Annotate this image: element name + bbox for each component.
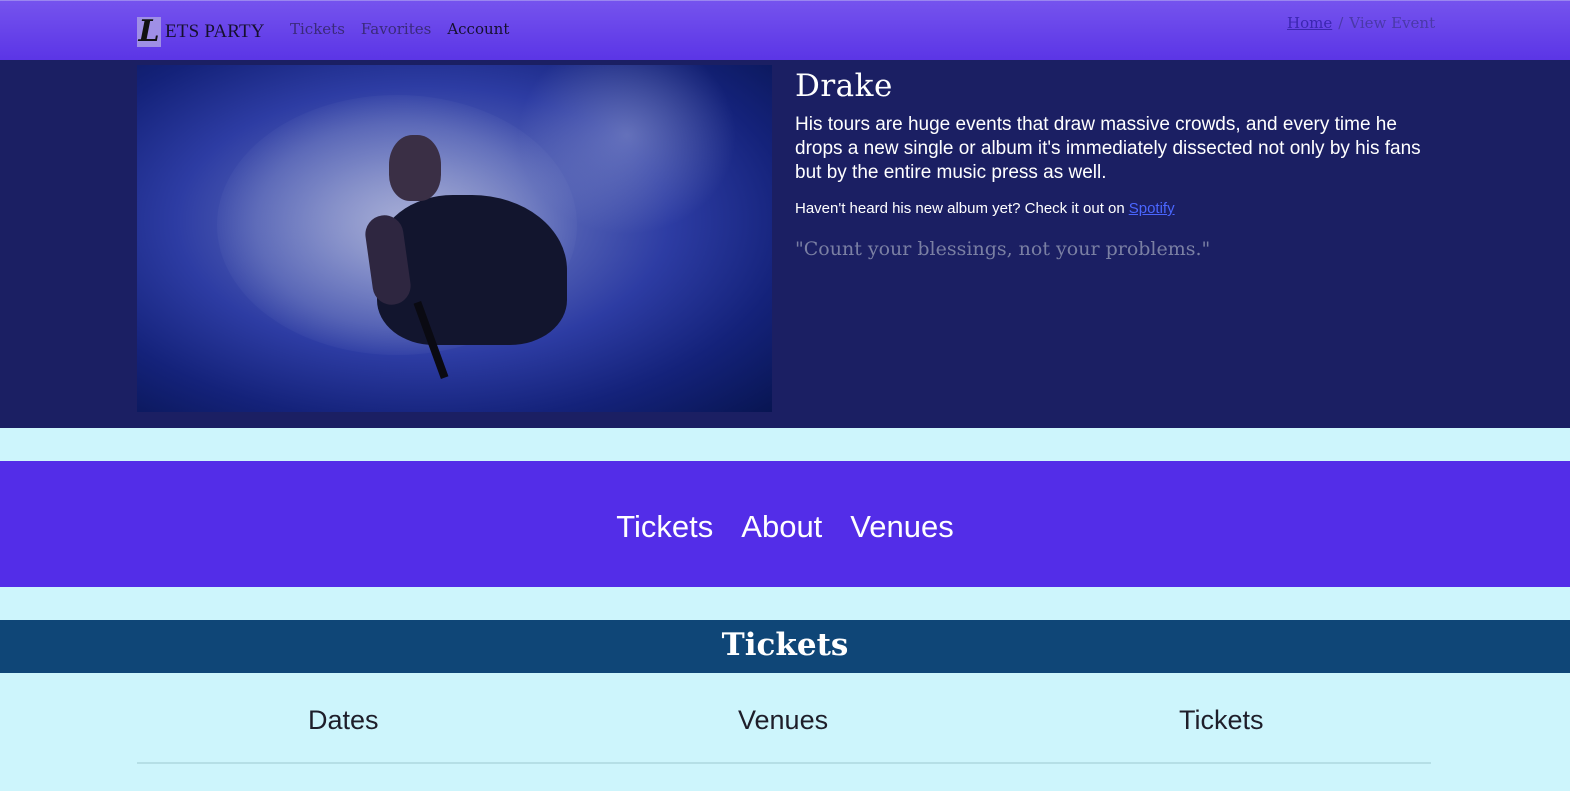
brand[interactable]: L ETS PARTY — [137, 17, 265, 47]
brand-logo-icon: L — [137, 17, 161, 47]
breadcrumb-separator: / — [1338, 14, 1344, 32]
listen-text: Haven't heard his new album yet? Check i… — [795, 200, 1125, 217]
artist-quote: "Count your blessings, not your problems… — [795, 238, 1211, 260]
artist-photo — [137, 65, 772, 412]
breadcrumb: Home / View Event — [1287, 14, 1435, 32]
photo-figure-head — [389, 135, 441, 201]
brand-text: ETS PARTY — [165, 21, 265, 42]
event-hero: Drake His tours are huge events that dra… — [0, 60, 1570, 428]
nav-link-favorites[interactable]: Favorites — [361, 20, 431, 38]
spotify-link[interactable]: Spotify — [1129, 200, 1175, 217]
column-header-dates: Dates — [308, 705, 379, 735]
section-tab-venues[interactable]: Venues — [850, 509, 953, 545]
tickets-table-header: Dates Venues Tickets — [137, 690, 1431, 764]
section-nav: Tickets About Venues — [0, 461, 1570, 587]
navbar: L ETS PARTY Tickets Favorites Account Ho… — [0, 0, 1570, 60]
column-header-tickets: Tickets — [1179, 705, 1264, 735]
tickets-section-header: Tickets — [0, 620, 1570, 673]
section-tab-tickets[interactable]: Tickets — [616, 509, 713, 545]
nav-link-account[interactable]: Account — [447, 20, 509, 38]
column-header-venues: Venues — [738, 705, 829, 735]
section-tabs: Tickets About Venues — [0, 509, 1570, 545]
breadcrumb-current: View Event — [1349, 14, 1436, 32]
breadcrumb-home-link[interactable]: Home — [1287, 14, 1332, 32]
artist-bio: His tours are huge events that draw mass… — [795, 114, 1421, 183]
listen-prompt: Haven't heard his new album yet? Check i… — [795, 200, 1175, 217]
section-tab-about[interactable]: About — [741, 509, 822, 545]
nav-link-tickets[interactable]: Tickets — [290, 20, 345, 38]
main-nav: Tickets Favorites Account — [290, 20, 509, 38]
artist-name: Drake — [795, 68, 893, 104]
tickets-title: Tickets — [721, 627, 849, 663]
